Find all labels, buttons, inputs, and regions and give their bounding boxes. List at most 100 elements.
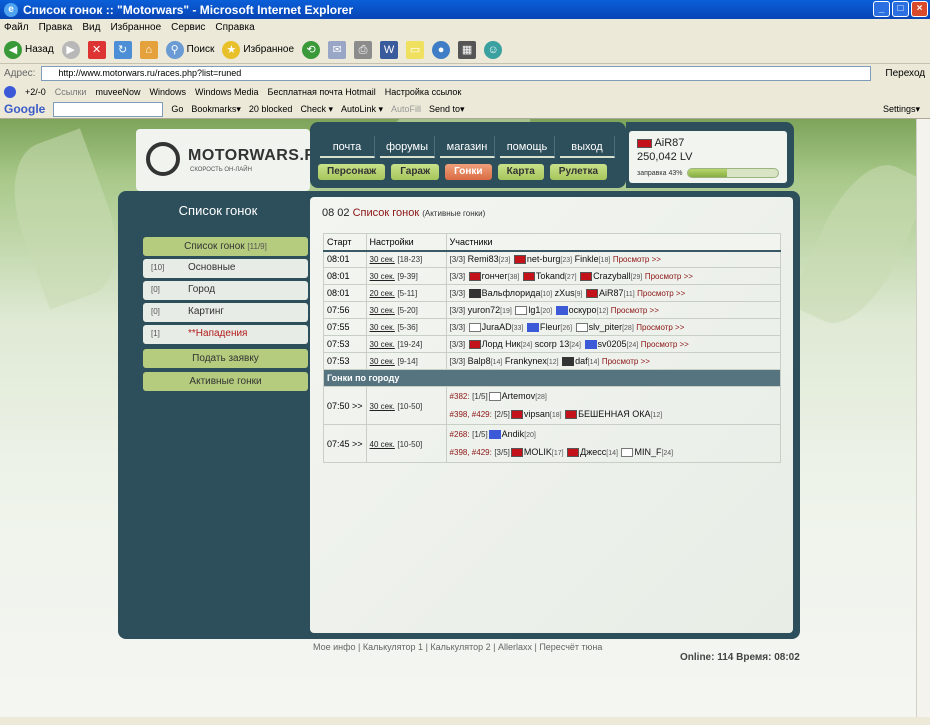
sidebar-item-main[interactable]: [10] Основные [143, 259, 308, 278]
view-link[interactable]: Просмотр >> [613, 255, 661, 264]
menu-edit[interactable]: Правка [39, 22, 73, 33]
footer-link-info[interactable]: Мое инфо [313, 642, 356, 652]
notes-icon[interactable]: ▭ [406, 40, 425, 59]
sidebar-item-race-list[interactable]: Список гонок [11/9] [143, 237, 308, 256]
apply-button[interactable]: Подать заявку [143, 349, 308, 368]
race-seconds-link[interactable]: 30 сек. [370, 340, 395, 349]
address-input[interactable]: http://www.motorwars.ru/races.php?list=r… [41, 66, 872, 81]
view-link[interactable]: Просмотр >> [611, 306, 659, 315]
race-start[interactable]: 07:50 >> [327, 401, 363, 411]
google-autolink[interactable]: AutoLink ▾ [341, 104, 383, 115]
google-bookmarks[interactable]: Bookmarks▾ [191, 104, 241, 115]
race-seconds-link[interactable]: 30 сек. [370, 306, 395, 315]
participant-name[interactable]: scorp 13 [535, 339, 570, 349]
nav-logout[interactable]: выход [560, 136, 615, 158]
footer-link-calc2[interactable]: Калькулятор 2 [430, 642, 490, 652]
mail-icon[interactable]: ✉ [328, 40, 347, 59]
sidebar-item-attacks[interactable]: [1] **Нападения [143, 325, 308, 344]
participant-name[interactable]: zXus [555, 288, 575, 298]
race-seconds-link[interactable]: 40 сек. [370, 440, 395, 449]
participant-name[interactable]: Artemov [502, 391, 536, 401]
participant-name[interactable]: Remi83 [468, 254, 499, 264]
google-search-input[interactable] [53, 101, 164, 117]
nav-forums[interactable]: форумы [380, 136, 435, 158]
google-check[interactable]: Check ▾ [300, 104, 333, 115]
nav-roulette[interactable]: Рулетка [549, 164, 608, 180]
participant-name[interactable]: Crazyball [593, 271, 631, 281]
participant-name[interactable]: Frankynex [505, 356, 547, 366]
toolbar-logo-icon[interactable] [4, 85, 16, 98]
participant-name[interactable]: MOLIK [524, 447, 552, 457]
view-link[interactable]: Просмотр >> [645, 272, 693, 281]
participant-name[interactable]: Balp8 [468, 356, 491, 366]
race-seconds-link[interactable]: 30 сек. [370, 357, 395, 366]
race-number[interactable]: #398, #429: [450, 410, 492, 419]
menu-favorites[interactable]: Избранное [110, 22, 161, 33]
sidebar-item-city[interactable]: [0] Город [143, 281, 308, 300]
race-number[interactable]: #398, #429: [450, 448, 492, 457]
participant-name[interactable]: оскуро [569, 305, 597, 315]
minimize-button[interactable]: _ [873, 1, 890, 17]
nav-shop[interactable]: магазин [440, 136, 495, 158]
participant-name[interactable]: daf [575, 356, 588, 366]
participant-name[interactable]: MIN_F [634, 447, 661, 457]
view-link[interactable]: Просмотр >> [641, 340, 689, 349]
race-seconds-link[interactable]: 30 сек. [370, 402, 395, 411]
history-icon[interactable]: ⟲ [302, 40, 321, 59]
close-button[interactable]: × [911, 1, 928, 17]
rating-counter[interactable]: +2/-0 [25, 87, 46, 97]
nav-help[interactable]: помощь [500, 136, 555, 158]
google-go-button[interactable]: Go [171, 104, 183, 114]
participant-name[interactable]: Tokand [536, 271, 565, 281]
go-button[interactable]: Переход [885, 68, 925, 79]
menu-help[interactable]: Справка [215, 22, 254, 33]
race-seconds-link[interactable]: 20 сек. [370, 289, 395, 298]
race-seconds-link[interactable]: 30 сек. [370, 323, 395, 332]
participant-name[interactable]: Джесс [580, 447, 606, 457]
menu-file[interactable]: Файл [4, 22, 29, 33]
participant-name[interactable]: Fleur [540, 322, 561, 332]
participant-name[interactable]: vipsan [524, 409, 550, 419]
race-seconds-link[interactable]: 30 сек. [370, 272, 395, 281]
race-number[interactable]: #268: [450, 430, 470, 439]
participant-name[interactable]: гончег [482, 271, 508, 281]
participant-name[interactable]: slv_piter [589, 322, 623, 332]
participant-name[interactable]: JuraAD [482, 322, 512, 332]
view-link[interactable]: Просмотр >> [636, 323, 684, 332]
link-windows[interactable]: Windows [149, 87, 186, 97]
site-logo[interactable]: MOTORWARS.RU СКОРОСТЬ ОН-ЛАЙН [136, 129, 328, 191]
participant-name[interactable]: Andik [502, 429, 525, 439]
google-autofill[interactable]: AutoFill [391, 104, 421, 114]
link-hotmail[interactable]: Бесплатная почта Hotmail [268, 87, 376, 97]
participant-name[interactable]: net-burg [527, 254, 561, 264]
participant-name[interactable]: yuron72 [468, 305, 501, 315]
home-icon[interactable]: ⌂ [139, 40, 158, 59]
race-start[interactable]: 07:45 >> [327, 439, 363, 449]
back-button[interactable]: ◀ Назад [4, 40, 54, 59]
nav-map[interactable]: Карта [497, 164, 544, 180]
link-customize[interactable]: Настройка ссылок [385, 87, 462, 97]
race-seconds-link[interactable]: 30 сек. [370, 255, 395, 264]
view-link[interactable]: Просмотр >> [637, 289, 685, 298]
participant-name[interactable]: lg1 [528, 305, 540, 315]
link-muveenow[interactable]: muveeNow [95, 87, 140, 97]
participant-name[interactable]: Лорд Ник [482, 339, 521, 349]
footer-link-allerlaxx[interactable]: Allerlaxx [498, 642, 532, 652]
maximize-button[interactable]: □ [892, 1, 909, 17]
nav-garage[interactable]: Гараж [391, 164, 440, 180]
messenger-icon[interactable]: ● [432, 40, 451, 59]
research-icon[interactable]: ▦ [458, 40, 477, 59]
nav-character[interactable]: Персонаж [318, 164, 386, 180]
participant-name[interactable]: AiR87 [599, 288, 624, 298]
nav-races[interactable]: Гонки [445, 164, 492, 180]
participant-name[interactable]: Вальфлорида [482, 288, 541, 298]
google-sendto[interactable]: Send to▾ [429, 104, 465, 115]
forward-arrow-icon[interactable]: ▶ [61, 40, 80, 59]
people-icon[interactable]: ☺ [484, 40, 503, 59]
search-button[interactable]: ⚲ Поиск [165, 40, 214, 59]
view-link[interactable]: Просмотр >> [602, 357, 650, 366]
page-scrollbar[interactable] [916, 119, 930, 717]
print-icon[interactable]: ⎙ [354, 40, 373, 59]
menu-tools[interactable]: Сервис [171, 22, 205, 33]
refresh-icon[interactable]: ↻ [113, 40, 132, 59]
